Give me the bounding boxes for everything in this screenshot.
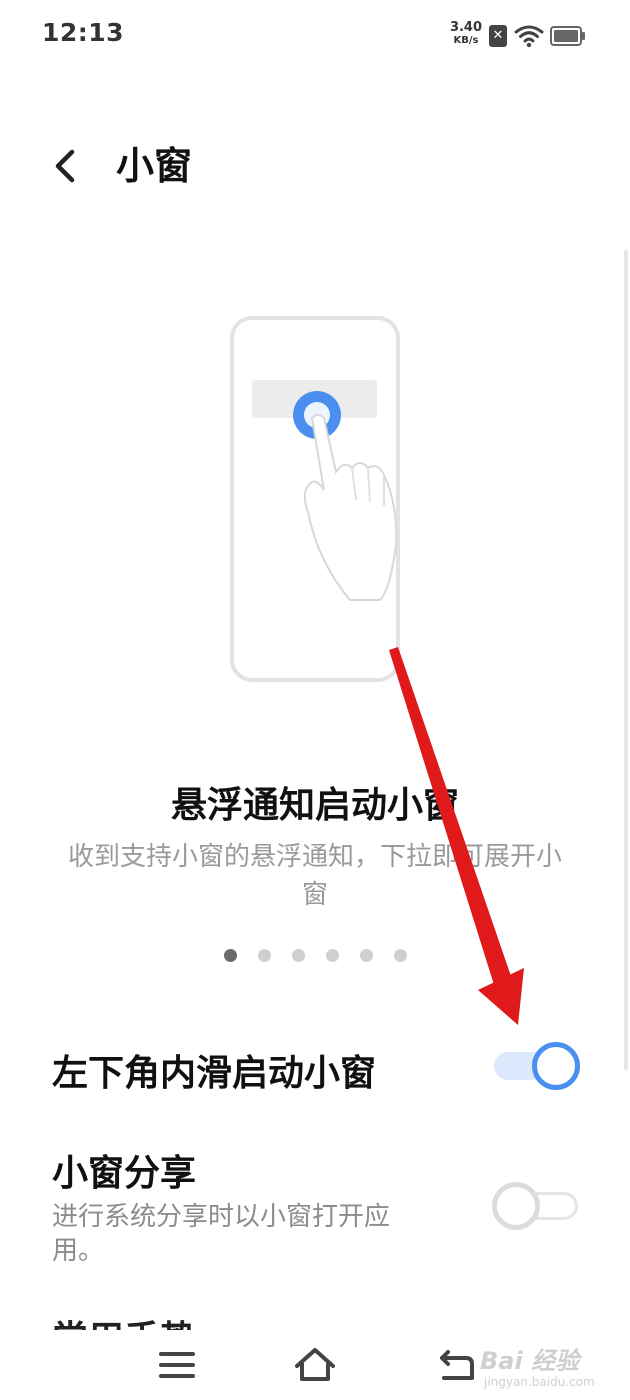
- back-icon: [440, 1350, 474, 1380]
- network-speed-unit: KB/s: [453, 35, 479, 46]
- page-dot-4[interactable]: [326, 949, 339, 962]
- back-nav-button[interactable]: [430, 1340, 480, 1390]
- menu-button[interactable]: [152, 1340, 202, 1390]
- page-title: 小窗: [116, 144, 193, 188]
- home-icon: [295, 1348, 335, 1381]
- carousel-page-indicator: [218, 947, 418, 965]
- edge-swipe-toggle[interactable]: [494, 1042, 580, 1090]
- watermark-sub: jingyan.baidu.com: [484, 1375, 595, 1389]
- menu-icon: [159, 1352, 195, 1378]
- watermark-main: Bai 经验: [480, 1347, 580, 1375]
- wifi-icon: [514, 25, 544, 48]
- scroll-indicator[interactable]: [624, 250, 628, 1070]
- gesture-illustration: [230, 316, 400, 682]
- promo-description: 收到支持小窗的悬浮通知，下拉即可展开小窗: [67, 842, 562, 910]
- page-dot-1[interactable]: [224, 949, 237, 962]
- status-time: 12:13: [42, 18, 125, 47]
- network-speed: 3.40 KB/s: [446, 21, 486, 47]
- baidu-watermark: Bai 经验 jingyan.baidu.com: [480, 1335, 630, 1395]
- page-header: 小窗: [0, 120, 630, 210]
- back-button[interactable]: [40, 140, 92, 192]
- home-button[interactable]: [290, 1340, 340, 1390]
- chevron-left-icon: [55, 149, 75, 183]
- promo-title: 悬浮通知启动小窗: [170, 785, 459, 826]
- sim-error-icon: ✕: [489, 25, 507, 47]
- status-bar: 12:13 3.40 KB/s ✕: [0, 0, 630, 70]
- page-dot-2[interactable]: [258, 949, 271, 962]
- setting-title-window-share: 小窗分享: [52, 1153, 197, 1194]
- page-dot-3[interactable]: [292, 949, 305, 962]
- setting-title-edge-swipe: 左下角内滑启动小窗: [52, 1053, 377, 1094]
- page-dot-6[interactable]: [394, 949, 407, 962]
- battery-icon: [550, 26, 585, 46]
- network-speed-value: 3.40: [449, 20, 483, 35]
- setting-description-window-share: 进行系统分享时以小窗打开应用。: [52, 1202, 391, 1266]
- page-dot-5[interactable]: [360, 949, 373, 962]
- window-share-toggle[interactable]: [492, 1182, 578, 1230]
